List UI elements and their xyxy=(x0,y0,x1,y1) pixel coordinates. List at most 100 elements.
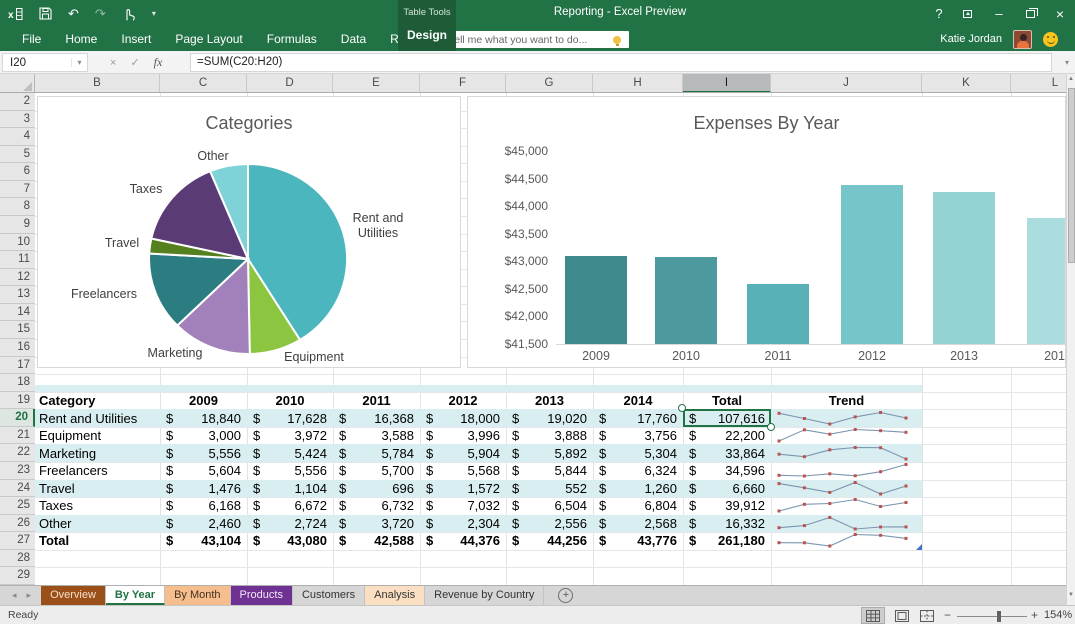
table-cell[interactable]: $5,424 xyxy=(247,444,333,462)
ribbon-display-options-button[interactable] xyxy=(956,0,978,27)
row-header-14[interactable]: 14 xyxy=(0,304,35,322)
sheet-nav-left-icon[interactable]: ◂ xyxy=(12,590,17,601)
cell-category[interactable]: Other xyxy=(35,515,160,533)
table-header-2011[interactable]: 2011 xyxy=(333,392,420,410)
column-header-C[interactable]: C xyxy=(160,74,247,93)
ribbon-tab-design[interactable]: Design xyxy=(398,28,456,42)
ribbon-tab-insert[interactable]: Insert xyxy=(109,27,163,51)
close-button[interactable]: × xyxy=(1049,0,1071,27)
row-header-27[interactable]: 27 xyxy=(0,532,35,550)
sheet-tab-customers[interactable]: Customers xyxy=(293,586,365,605)
table-header-2010[interactable]: 2010 xyxy=(247,392,333,410)
help-button[interactable]: ? xyxy=(928,0,950,27)
table-cell[interactable]: $2,724 xyxy=(247,515,333,533)
column-header-K[interactable]: K xyxy=(922,74,1011,93)
row-header-23[interactable]: 23 xyxy=(0,462,35,480)
table-cell[interactable]: $2,460 xyxy=(160,515,247,533)
qat-customize-dropdown[interactable]: ▾ xyxy=(152,10,156,18)
table-cell[interactable]: $696 xyxy=(333,480,420,498)
table-cell[interactable]: $6,804 xyxy=(593,497,683,515)
row-header-12[interactable]: 12 xyxy=(0,269,35,287)
cell-total[interactable]: $6,660 xyxy=(683,480,771,498)
table-cell[interactable]: $5,556 xyxy=(160,444,247,462)
row-header-9[interactable]: 9 xyxy=(0,216,35,234)
restore-button[interactable] xyxy=(1019,0,1041,27)
cell-category[interactable]: Total xyxy=(35,532,160,550)
pie-chart[interactable]: CategoriesRent and UtilitiesEquipmentMar… xyxy=(37,96,461,368)
row-header-24[interactable]: 24 xyxy=(0,480,35,498)
redo-button[interactable]: ↷ xyxy=(95,7,106,20)
column-header-D[interactable]: D xyxy=(247,74,333,93)
table-cell[interactable]: $3,720 xyxy=(333,515,420,533)
table-cell[interactable]: $5,844 xyxy=(506,462,593,480)
table-cell[interactable]: $16,368 xyxy=(333,409,420,427)
zoom-level[interactable]: 154% xyxy=(1044,609,1072,621)
user-avatar[interactable] xyxy=(1013,30,1032,49)
row-header-8[interactable]: 8 xyxy=(0,198,35,216)
cell-category[interactable]: Equipment xyxy=(35,427,160,445)
select-all-corner[interactable] xyxy=(0,74,35,93)
sheet-tab-revenue-by-country[interactable]: Revenue by Country xyxy=(425,586,544,605)
table-cell[interactable]: $17,628 xyxy=(247,409,333,427)
sheet-tab-overview[interactable]: Overview xyxy=(41,586,106,605)
row-header-17[interactable]: 17 xyxy=(0,357,35,375)
bar-chart[interactable]: Expenses By Year$45,000$44,500$44,000$43… xyxy=(467,96,1066,368)
table-header-2014[interactable]: 2014 xyxy=(593,392,683,410)
row-header-21[interactable]: 21 xyxy=(0,427,35,445)
table-cell[interactable]: $2,304 xyxy=(420,515,506,533)
cell-total[interactable]: $34,596 xyxy=(683,462,771,480)
cancel-icon[interactable]: × xyxy=(110,57,116,69)
ribbon-tab-formulas[interactable]: Formulas xyxy=(255,27,329,51)
table-cell[interactable]: $1,104 xyxy=(247,480,333,498)
tell-me-box[interactable]: Tell me what you want to do... xyxy=(443,31,629,48)
insert-function-icon[interactable]: fx xyxy=(154,55,163,70)
table-cell[interactable]: $3,888 xyxy=(506,427,593,445)
row-header-5[interactable]: 5 xyxy=(0,146,35,164)
vertical-scrollbar-thumb[interactable] xyxy=(1068,88,1075,263)
table-cell[interactable]: $1,476 xyxy=(160,480,247,498)
cell-category[interactable]: Marketing xyxy=(35,444,160,462)
table-cell[interactable]: $3,972 xyxy=(247,427,333,445)
table-cell[interactable]: $43,104 xyxy=(160,532,247,550)
table-cell[interactable]: $5,892 xyxy=(506,444,593,462)
row-header-2[interactable]: 2 xyxy=(0,93,35,111)
vertical-scrollbar[interactable]: ▲ xyxy=(1066,74,1075,585)
column-header-H[interactable]: H xyxy=(593,74,683,93)
zoom-slider-handle[interactable] xyxy=(997,611,1001,622)
zoom-out-icon[interactable]: − xyxy=(944,608,951,622)
formula-input[interactable]: =SUM(C20:H20) xyxy=(190,53,1052,72)
table-cell[interactable]: $42,588 xyxy=(333,532,420,550)
touch-mode-button[interactable] xyxy=(122,7,136,21)
column-header-I[interactable]: I xyxy=(683,74,771,93)
column-header-J[interactable]: J xyxy=(771,74,922,93)
table-cell[interactable]: $5,604 xyxy=(160,462,247,480)
ribbon-tab-file[interactable]: File xyxy=(10,27,53,51)
column-header-G[interactable]: G xyxy=(506,74,593,93)
row-header-28[interactable]: 28 xyxy=(0,550,35,568)
table-cell[interactable]: $19,020 xyxy=(506,409,593,427)
row-header-18[interactable]: 18 xyxy=(0,374,35,392)
row-header-20[interactable]: 20 xyxy=(0,409,35,427)
ribbon-tab-home[interactable]: Home xyxy=(53,27,109,51)
table-header-2009[interactable]: 2009 xyxy=(160,392,247,410)
page-layout-view-button[interactable] xyxy=(890,607,914,624)
table-cell[interactable]: $5,784 xyxy=(333,444,420,462)
cell-category[interactable]: Rent and Utilities xyxy=(35,409,160,427)
row-header-4[interactable]: 4 xyxy=(0,128,35,146)
row-header-7[interactable]: 7 xyxy=(0,181,35,199)
zoom-in-icon[interactable]: + xyxy=(1031,608,1038,622)
cell-total[interactable]: $261,180 xyxy=(683,532,771,550)
table-cell[interactable]: $6,504 xyxy=(506,497,593,515)
row-header-11[interactable]: 11 xyxy=(0,251,35,269)
ribbon-tab-page-layout[interactable]: Page Layout xyxy=(163,27,254,51)
scroll-down-icon[interactable]: ▼ xyxy=(1066,585,1075,605)
table-cell[interactable]: $5,568 xyxy=(420,462,506,480)
row-header-19[interactable]: 19 xyxy=(0,392,35,410)
table-header-2013[interactable]: 2013 xyxy=(506,392,593,410)
row-header-25[interactable]: 25 xyxy=(0,497,35,515)
row-header-13[interactable]: 13 xyxy=(0,286,35,304)
selected-cell-I20[interactable] xyxy=(683,409,771,427)
row-header-26[interactable]: 26 xyxy=(0,515,35,533)
sheet-grid[interactable]: 2345678910111213141516171819202122232425… xyxy=(0,93,1066,585)
name-box[interactable]: I20 ▾ xyxy=(2,53,88,72)
